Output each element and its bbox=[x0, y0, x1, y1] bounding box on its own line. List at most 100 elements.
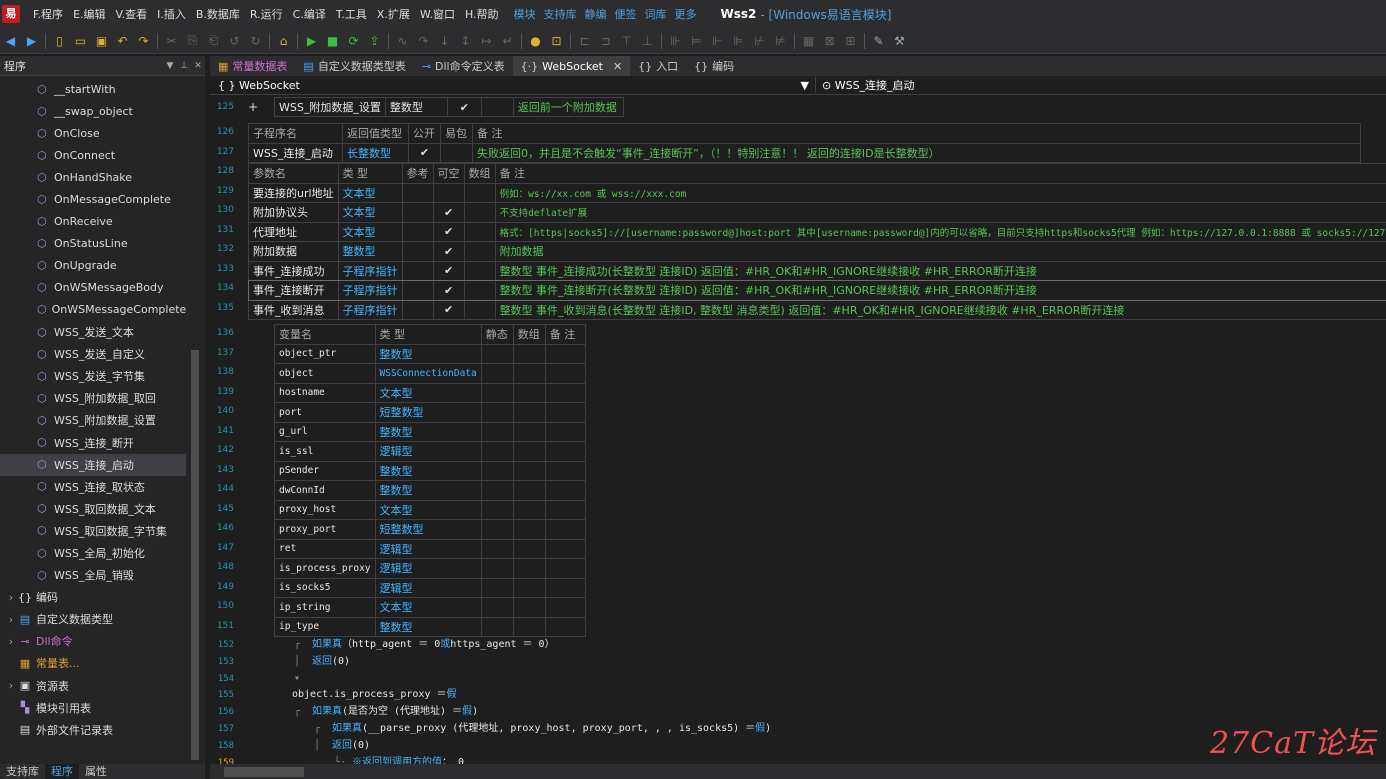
var-empty-cell[interactable] bbox=[480, 402, 514, 423]
param-opt-cell[interactable]: ✔ bbox=[432, 221, 465, 242]
code-line[interactable]: 152 ┌ 如果真 （http_agent ＝ 0 或 https_agent ＝ 0… bbox=[210, 637, 1386, 654]
tree-item-sub[interactable]: ⬡ WSS_取回数据_文本 bbox=[0, 498, 186, 520]
var-type-cell[interactable]: 文本型 bbox=[374, 597, 482, 618]
var-type-cell[interactable]: 逻辑型 bbox=[374, 441, 482, 462]
var-empty-cell[interactable] bbox=[480, 343, 514, 364]
var-empty-cell[interactable] bbox=[480, 363, 514, 384]
var-name-cell[interactable]: g_url bbox=[274, 421, 376, 442]
extra-menu-item[interactable]: 支持库 bbox=[540, 6, 581, 22]
toolbar-button-icon[interactable]: ⎘ bbox=[182, 31, 203, 51]
var-empty-cell[interactable] bbox=[480, 616, 514, 637]
var-empty-cell[interactable] bbox=[480, 499, 514, 520]
tree-item-sub[interactable]: ⬡ __swap_object bbox=[0, 100, 186, 122]
tree-item-group[interactable]: › ▤ 自定义数据类型 bbox=[0, 608, 186, 630]
var-empty-cell[interactable] bbox=[512, 421, 546, 442]
toolbar-button-icon[interactable]: ↦ bbox=[476, 31, 497, 51]
public-check[interactable]: ✔ bbox=[446, 96, 482, 118]
tree-item-sub[interactable]: ⬡ WSS_附加数据_设置 bbox=[0, 409, 186, 431]
editor-tab[interactable]: ▦ 常量数据表 bbox=[210, 56, 295, 76]
var-empty-cell[interactable] bbox=[512, 616, 546, 637]
var-name-cell[interactable]: ret bbox=[274, 538, 376, 559]
extra-menu-item[interactable]: 便签 bbox=[611, 6, 641, 22]
param-name-cell[interactable]: 要连接的url地址 bbox=[248, 182, 339, 203]
var-empty-cell[interactable] bbox=[512, 480, 546, 501]
var-empty-cell[interactable] bbox=[544, 519, 586, 540]
menu-item[interactable]: T.工具 bbox=[331, 6, 372, 22]
toolbar-button-icon[interactable]: ▶ bbox=[21, 31, 42, 51]
var-empty-cell[interactable] bbox=[544, 616, 586, 637]
toolbar-button-icon[interactable]: ⇪ bbox=[364, 31, 385, 51]
var-empty-cell[interactable] bbox=[544, 421, 586, 442]
var-empty-cell[interactable] bbox=[544, 363, 586, 384]
var-empty-cell[interactable] bbox=[512, 519, 546, 540]
param-name-cell[interactable]: 事件_连接断开 bbox=[248, 280, 339, 301]
var-empty-cell[interactable] bbox=[512, 343, 546, 364]
toolbar-button-icon[interactable]: ● bbox=[525, 31, 546, 51]
toolbar-button-icon[interactable]: ✂ bbox=[161, 31, 182, 51]
param-remark-cell[interactable]: 例如：ws://xx.com 或 wss://xxx.com bbox=[494, 182, 1386, 203]
var-empty-cell[interactable] bbox=[480, 519, 514, 540]
sidebar-tab[interactable]: 属性 bbox=[79, 764, 113, 779]
tree-item-sub[interactable]: ⬡ WSS_连接_取状态 bbox=[0, 476, 186, 498]
toolbar-button-icon[interactable]: ↷ bbox=[133, 31, 154, 51]
toolbar-button-icon[interactable]: ✎ bbox=[868, 31, 889, 51]
var-type-cell[interactable]: 逻辑型 bbox=[374, 538, 482, 559]
var-type-cell[interactable]: 逻辑型 bbox=[374, 558, 482, 579]
var-empty-cell[interactable] bbox=[544, 558, 586, 579]
toolbar-button-icon[interactable]: ⊨ bbox=[686, 31, 707, 51]
var-type-cell[interactable]: 整数型 bbox=[374, 480, 482, 501]
toolbar-button-icon[interactable]: ⊫ bbox=[728, 31, 749, 51]
toolbar-button-icon[interactable]: ▶ bbox=[301, 31, 322, 51]
sidebar-tab[interactable]: 支持库 bbox=[0, 764, 45, 779]
menu-item[interactable]: B.数据库 bbox=[191, 6, 245, 22]
var-empty-cell[interactable] bbox=[480, 577, 514, 598]
param-ref-cell[interactable] bbox=[401, 280, 434, 301]
var-empty-cell[interactable] bbox=[512, 441, 546, 462]
var-empty-cell[interactable] bbox=[544, 577, 586, 598]
param-arr-cell[interactable] bbox=[463, 241, 496, 262]
toolbar-button-icon[interactable]: ⌂ bbox=[273, 31, 294, 51]
param-remark-cell[interactable]: 整数型 事件_连接成功(长整数型 连接ID) 返回值：#HR_OK和#HR_IG… bbox=[494, 260, 1386, 281]
param-name-cell[interactable]: 附加数据 bbox=[248, 241, 339, 262]
var-empty-cell[interactable] bbox=[544, 460, 586, 481]
var-empty-cell[interactable] bbox=[512, 499, 546, 520]
menu-item[interactable]: H.帮助 bbox=[460, 6, 504, 22]
toolbar-button-icon[interactable]: ⊭ bbox=[770, 31, 791, 51]
tree-item-group[interactable]: ›{} 编码 bbox=[0, 586, 186, 608]
param-ref-cell[interactable] bbox=[401, 299, 434, 320]
var-empty-cell[interactable] bbox=[544, 441, 586, 462]
var-name-cell[interactable]: dwConnId bbox=[274, 480, 376, 501]
sub-type-cell[interactable]: 长整数型 bbox=[342, 142, 409, 163]
tree-item-sub[interactable]: ⬡ OnWSMessageBody bbox=[0, 277, 186, 299]
chevron-right-icon[interactable]: › bbox=[4, 635, 18, 648]
menu-item[interactable]: E.编辑 bbox=[68, 6, 110, 22]
var-name-cell[interactable]: is_ssl bbox=[274, 441, 376, 462]
editor-tab[interactable]: {} 入口 bbox=[630, 56, 686, 76]
tree-item-sub[interactable]: ⬡ OnStatusLine bbox=[0, 233, 186, 255]
param-name-cell[interactable]: 事件_收到消息 bbox=[248, 299, 339, 320]
param-remark-cell[interactable]: 整数型 事件_收到消息(长整数型 连接ID, 整数型 消息类型) 返回值：#HR… bbox=[494, 299, 1386, 320]
param-ref-cell[interactable] bbox=[401, 182, 434, 203]
param-type-cell[interactable]: 文本型 bbox=[337, 221, 403, 242]
sub-type[interactable]: 整数型 bbox=[384, 96, 448, 118]
var-name-cell[interactable]: is_process_proxy bbox=[274, 558, 376, 579]
toolbar-button-icon[interactable]: ↕ bbox=[455, 31, 476, 51]
param-opt-cell[interactable] bbox=[432, 182, 465, 203]
var-empty-cell[interactable] bbox=[512, 382, 546, 403]
var-type-cell[interactable]: 整数型 bbox=[374, 616, 482, 637]
tree-item-sub[interactable]: ⬡ WSS_发送_文本 bbox=[0, 321, 186, 343]
chevron-down-icon[interactable]: ▼ bbox=[801, 79, 809, 92]
var-name-cell[interactable]: is_socks5 bbox=[274, 577, 376, 598]
horizontal-scrollbar[interactable] bbox=[210, 764, 1386, 779]
sub-public-cell[interactable]: ✔ bbox=[408, 142, 441, 163]
var-empty-cell[interactable] bbox=[544, 499, 586, 520]
toolbar-button-icon[interactable]: ↷ bbox=[413, 31, 434, 51]
param-type-cell[interactable]: 子程序指针 bbox=[337, 299, 403, 320]
param-opt-cell[interactable]: ✔ bbox=[432, 299, 465, 320]
var-type-cell[interactable]: WSSConnectionData bbox=[374, 363, 482, 384]
sub-remark-cell[interactable]: 失败返回0，并且是不会触发“事件_连接断开”，（！！特别注意！！ 返回的连接ID… bbox=[472, 142, 1361, 163]
tree-item-sub[interactable]: ⬡ WSS_连接_启动 bbox=[0, 453, 186, 476]
param-opt-cell[interactable]: ✔ bbox=[432, 202, 465, 223]
param-ref-cell[interactable] bbox=[401, 221, 434, 242]
tree-item-group[interactable]: › ⊸ Dll命令 bbox=[0, 630, 186, 652]
